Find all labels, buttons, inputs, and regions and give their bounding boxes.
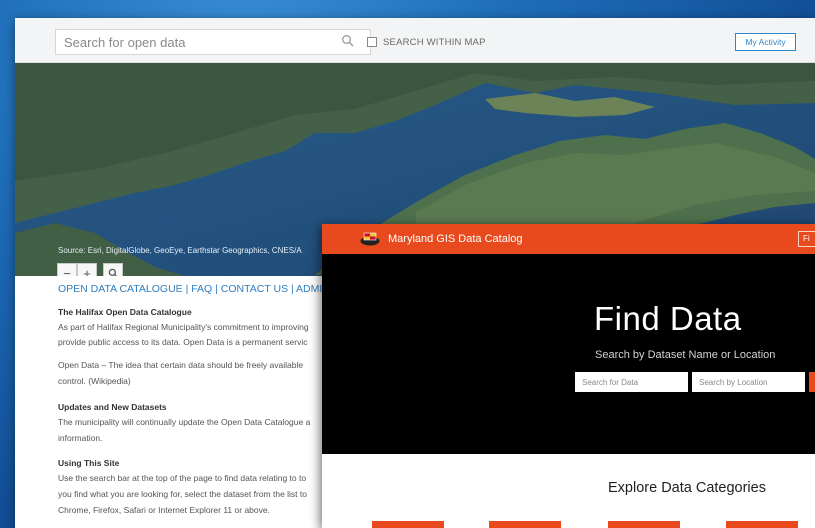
- checkbox-icon[interactable]: [367, 37, 377, 47]
- category-tile[interactable]: [726, 521, 798, 528]
- search-icon[interactable]: [341, 34, 355, 48]
- maryland-flag-logo[interactable]: [360, 232, 380, 246]
- explore-categories-heading: Explore Data Categories: [608, 480, 766, 496]
- hero-title: Find Data: [594, 300, 742, 337]
- nav-links[interactable]: OPEN DATA CATALOGUE | FAQ | CONTACT US |…: [58, 283, 330, 295]
- search-within-map-toggle[interactable]: SEARCH WITHIN MAP: [367, 36, 486, 48]
- search-data-input[interactable]: [575, 372, 688, 392]
- section-heading: Using This Site: [58, 458, 120, 468]
- maryland-header-bar: Maryland GIS Data Catalog Fi: [322, 224, 815, 254]
- zoom-in-button[interactable]: +: [77, 263, 97, 276]
- section-heading: Updates and New Datasets: [58, 402, 167, 412]
- body-line: provide public access to its data. Open …: [58, 337, 308, 347]
- body-line: Chrome, Firefox, Safari or Internet Expl…: [58, 505, 270, 515]
- maryland-catalog-title[interactable]: Maryland GIS Data Catalog: [388, 233, 523, 245]
- search-within-map-label: SEARCH WITHIN MAP: [383, 36, 486, 48]
- hero-subtitle: Search by Dataset Name or Location: [595, 349, 776, 361]
- category-tile[interactable]: [608, 521, 680, 528]
- map-search-button[interactable]: [103, 263, 123, 276]
- find-data-hero: Find Data Search by Dataset Name or Loca…: [322, 254, 815, 454]
- minus-icon: −: [63, 265, 71, 277]
- body-line: As part of Halifax Regional Municipality…: [58, 322, 309, 332]
- section-heading: The Halifax Open Data Catalogue: [58, 307, 192, 317]
- zoom-out-button[interactable]: −: [57, 263, 77, 276]
- body-line: Open Data – The idea that certain data s…: [58, 360, 304, 370]
- hero-search-button[interactable]: [809, 372, 815, 392]
- search-toolbar: SEARCH WITHIN MAP My Activity: [15, 18, 815, 63]
- map-attribution: Source: Esri, DigitalGlobe, GeoEye, Eart…: [58, 246, 302, 255]
- category-tile[interactable]: [372, 521, 444, 528]
- search-location-input[interactable]: [692, 372, 805, 392]
- maryland-data-catalog-window: Maryland GIS Data Catalog Fi Find Data S…: [322, 224, 815, 528]
- body-line: Use the search bar at the top of the pag…: [58, 473, 307, 483]
- body-line: control. (Wikipedia): [58, 376, 131, 386]
- body-line: The municipality will continually update…: [58, 417, 311, 427]
- category-tile[interactable]: [489, 521, 561, 528]
- plus-icon: +: [83, 265, 91, 277]
- search-input[interactable]: [55, 29, 371, 55]
- search-icon: [108, 268, 118, 276]
- body-line: you find what you are looking for, selec…: [58, 489, 307, 499]
- body-line: information.: [58, 433, 103, 443]
- header-nav-button[interactable]: Fi: [798, 231, 815, 247]
- my-activity-button[interactable]: My Activity: [735, 33, 796, 51]
- map-zoom-controls: − +: [57, 263, 123, 276]
